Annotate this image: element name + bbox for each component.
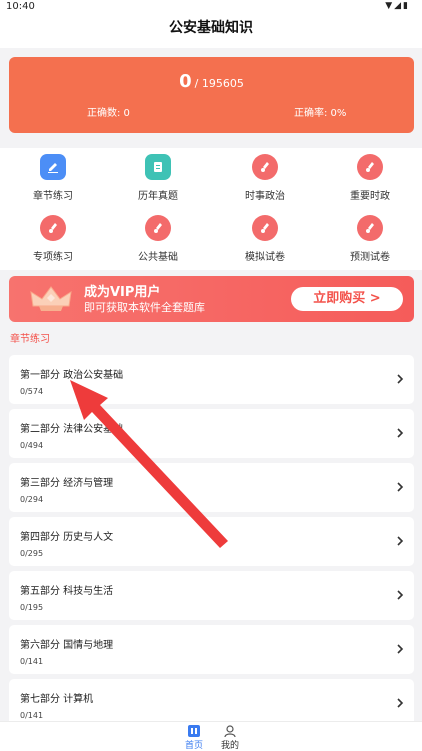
chapter-progress: 0/295 bbox=[20, 549, 44, 558]
brush-icon bbox=[145, 215, 171, 241]
status-icons: ▼◢▮ bbox=[385, 1, 410, 11]
chapter-progress: 0/294 bbox=[20, 495, 44, 504]
chapter-progress: 0/494 bbox=[20, 441, 44, 450]
chapter-name: 第五部分 科技与生活 bbox=[20, 586, 114, 597]
grid-item-predicted-exam[interactable]: 预测试卷 bbox=[330, 209, 410, 267]
buy-now-button[interactable]: 立即购买 > bbox=[291, 287, 403, 311]
tab-home[interactable]: 首页 bbox=[174, 724, 214, 751]
bottom-tab-bar: 首页 我的 bbox=[0, 721, 422, 751]
grid-item-label: 预测试卷 bbox=[350, 252, 390, 263]
chevron-right-icon bbox=[397, 644, 404, 654]
signal-icon: ◢ bbox=[394, 1, 404, 11]
correct-count-label: 正确数: 0 bbox=[87, 108, 130, 119]
pencil-icon bbox=[40, 154, 66, 180]
wifi-icon: ▼ bbox=[385, 1, 395, 11]
chapter-item[interactable]: 第四部分 历史与人文 0/295 bbox=[9, 517, 414, 566]
brush-icon bbox=[40, 215, 66, 241]
grid-item-label: 公共基础 bbox=[138, 252, 178, 263]
chapter-name: 第三部分 经济与管理 bbox=[20, 478, 114, 489]
user-icon bbox=[224, 725, 236, 738]
grid-item-label: 专项练习 bbox=[33, 252, 73, 263]
chevron-right-icon bbox=[397, 374, 404, 384]
chapter-item[interactable]: 第六部分 国情与地理 0/141 bbox=[9, 625, 414, 674]
app-header: 公安基础知识 bbox=[0, 14, 422, 48]
grid-item-mock-exam[interactable]: 模拟试卷 bbox=[225, 209, 305, 267]
grid-item-important-politics[interactable]: 重要时政 bbox=[330, 148, 410, 206]
grid-item-label: 重要时政 bbox=[350, 191, 390, 202]
grid-item-special-practice[interactable]: 专项练习 bbox=[13, 209, 93, 267]
grid-item-label: 章节练习 bbox=[33, 191, 73, 202]
chapter-progress: 0/195 bbox=[20, 603, 44, 612]
chevron-right-icon bbox=[397, 536, 404, 546]
document-icon bbox=[145, 154, 171, 180]
grid-item-label: 历年真题 bbox=[138, 191, 178, 202]
tab-home-label: 首页 bbox=[184, 741, 203, 751]
tab-mine-label: 我的 bbox=[220, 741, 239, 751]
chevron-right-icon bbox=[397, 428, 404, 438]
brush-icon bbox=[252, 215, 278, 241]
tab-mine[interactable]: 我的 bbox=[210, 724, 250, 751]
battery-icon: ▮ bbox=[403, 1, 410, 11]
chapter-item[interactable]: 第一部分 政治公安基础 0/574 bbox=[9, 355, 414, 404]
chapter-progress: 0/141 bbox=[20, 657, 44, 666]
score-card: 0/ 195605 正确数: 0 正确率: 0% bbox=[9, 57, 414, 133]
page-title: 公安基础知识 bbox=[169, 20, 253, 36]
grid-item-current-affairs[interactable]: 时事政治 bbox=[225, 148, 305, 206]
correct-rate-label: 正确率: 0% bbox=[294, 108, 347, 119]
chapter-item[interactable]: 第五部分 科技与生活 0/195 bbox=[9, 571, 414, 620]
brush-icon bbox=[252, 154, 278, 180]
correct-count: 0 bbox=[179, 71, 192, 92]
banner-title: 成为VIP用户 bbox=[84, 285, 161, 300]
status-bar: 10:40 ▼◢▮ bbox=[0, 0, 422, 14]
chevron-right-icon bbox=[397, 482, 404, 492]
brush-icon bbox=[357, 154, 383, 180]
banner-subtitle: 即可获取本软件全套题库 bbox=[84, 301, 205, 314]
grid-item-label: 模拟试卷 bbox=[245, 252, 285, 263]
grid-item-past-exams[interactable]: 历年真题 bbox=[118, 148, 198, 206]
chapter-name: 第七部分 计算机 bbox=[20, 694, 94, 705]
chevron-right-icon bbox=[397, 698, 404, 708]
section-title: 章节练习 bbox=[10, 334, 50, 345]
chapter-progress: 0/141 bbox=[20, 711, 44, 720]
chapter-item[interactable]: 第三部分 经济与管理 0/294 bbox=[9, 463, 414, 512]
chapter-progress: 0/574 bbox=[20, 387, 44, 396]
status-time: 10:40 bbox=[6, 1, 35, 12]
vip-banner[interactable]: 成为VIP用户 即可获取本软件全套题库 立即购买 > bbox=[9, 276, 414, 322]
chapter-name: 第一部分 政治公安基础 bbox=[20, 370, 124, 381]
brush-icon bbox=[357, 215, 383, 241]
chevron-right-icon bbox=[397, 590, 404, 600]
crown-icon bbox=[30, 286, 72, 311]
chapter-name: 第四部分 历史与人文 bbox=[20, 532, 114, 543]
total-questions: / 195605 bbox=[194, 77, 244, 90]
feature-grid: 章节练习 历年真题 时事政治 重要时政 专项练习 公共基础 模拟试卷 预测试卷 bbox=[0, 148, 422, 270]
grid-item-chapter-practice[interactable]: 章节练习 bbox=[13, 148, 93, 206]
chapter-name: 第六部分 国情与地理 bbox=[20, 640, 114, 651]
grid-item-public-basics[interactable]: 公共基础 bbox=[118, 209, 198, 267]
chapter-name: 第二部分 法律公安基础 bbox=[20, 424, 124, 435]
home-icon bbox=[188, 725, 200, 737]
chapter-item[interactable]: 第二部分 法律公安基础 0/494 bbox=[9, 409, 414, 458]
grid-item-label: 时事政治 bbox=[245, 191, 285, 202]
